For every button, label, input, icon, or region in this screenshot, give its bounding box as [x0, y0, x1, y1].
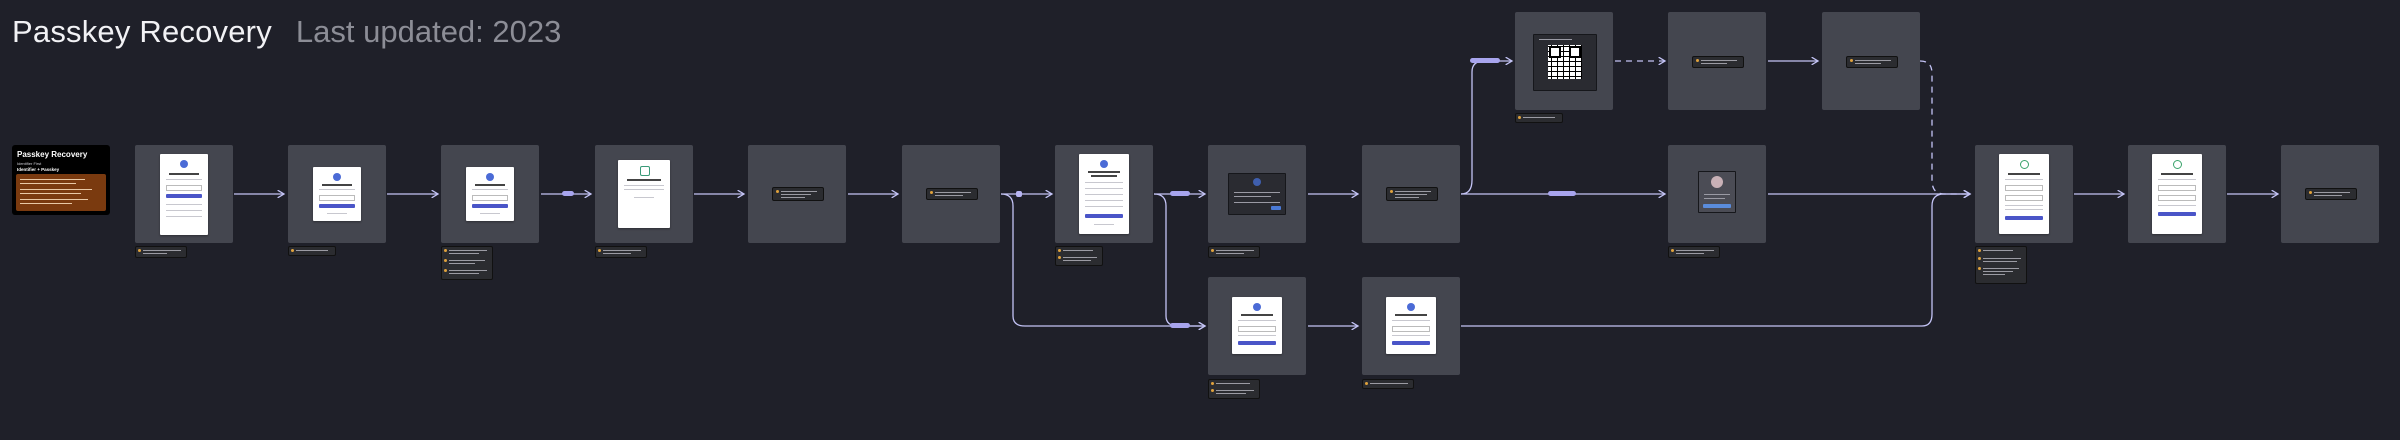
annotation-note [288, 246, 336, 256]
frame-browser-passkey-dialog[interactable] [1668, 145, 1766, 243]
legend-notes [16, 174, 106, 211]
frame-forgot-password-email[interactable] [441, 145, 539, 243]
continue-button[interactable] [2005, 216, 2043, 220]
annotation-note [441, 246, 493, 280]
email-link-note [926, 188, 978, 200]
annotation-note [1208, 246, 1260, 258]
face-id-icon [1711, 176, 1723, 188]
frame-passkey-note[interactable] [1362, 145, 1460, 243]
frame-recovery-success[interactable] [1975, 145, 2073, 243]
continue-button[interactable] [165, 194, 203, 198]
frame-final-note[interactable] [2281, 145, 2379, 243]
passkey-system-dialog [1228, 173, 1286, 215]
passkey-icon [1253, 178, 1261, 186]
frame-check-email[interactable] [595, 145, 693, 243]
annotation-note [1668, 246, 1720, 258]
continue-button[interactable] [318, 204, 356, 208]
create-passkey-button[interactable] [1085, 214, 1123, 218]
screen-forgot-password-email [466, 167, 514, 221]
annotation-note [135, 246, 187, 258]
passkey-note [1386, 187, 1438, 201]
logo-icon [1253, 303, 1261, 311]
frame-qr-code-dialog[interactable] [1515, 12, 1613, 110]
check-circle-icon [2173, 160, 2182, 169]
connector-label-pill [1548, 191, 1576, 196]
frame-qr-note-2[interactable] [1822, 12, 1920, 110]
continue-button[interactable] [1271, 206, 1281, 210]
frame-create-password-1[interactable] [1208, 277, 1306, 375]
continue-button[interactable] [2158, 212, 2196, 216]
frame-welcome[interactable] [135, 145, 233, 243]
frame-recovery-success-2[interactable] [2128, 145, 2226, 243]
dashed-arrow-2 [1919, 60, 1970, 194]
legend-line-1: Identifier First [17, 161, 42, 166]
continue-button[interactable] [1392, 341, 1430, 345]
qr-code [1548, 45, 1582, 79]
logo-icon [333, 173, 341, 181]
logo-icon [1407, 303, 1415, 311]
frame-qr-note[interactable] [1668, 12, 1766, 110]
email-note [772, 187, 824, 201]
mail-icon [640, 166, 650, 176]
annotation-note [1055, 246, 1103, 266]
frame-email-note[interactable] [748, 145, 846, 243]
browser-passkey-dialog [1698, 171, 1736, 213]
screen-recovery-success [1999, 154, 2049, 234]
screen-create-password-2 [1386, 297, 1436, 354]
connector-label-pill [1470, 58, 1500, 63]
legend-title: Passkey Recovery [17, 150, 88, 159]
arrow-16 [1153, 193, 1205, 326]
continue-button[interactable] [471, 204, 509, 208]
connector-label-pill [1170, 323, 1190, 328]
check-circle-icon [2020, 160, 2029, 169]
screen-create-password-1 [1232, 297, 1282, 354]
qr-note [1692, 56, 1744, 68]
annotation-note [1208, 379, 1260, 399]
annotation-note [595, 246, 647, 258]
logo-icon [1100, 160, 1108, 168]
frame-create-password-2[interactable] [1362, 277, 1460, 375]
legend-card: Passkey Recovery Identifier First Identi… [12, 145, 110, 215]
arrow-9 [1460, 61, 1512, 195]
screen-create-passkey [1079, 154, 1129, 234]
frame-forgot-password[interactable] [288, 145, 386, 243]
annotation-note [1515, 113, 1563, 123]
continue-button[interactable] [1703, 204, 1731, 208]
logo-icon [180, 160, 188, 168]
qr-note-2 [1846, 56, 1898, 68]
connector-label-pill [1170, 191, 1190, 196]
frame-email-link-note[interactable] [902, 145, 1000, 243]
screen-welcome [160, 154, 208, 235]
frame-create-passkey[interactable] [1055, 145, 1153, 243]
legend-line-2: Identifier + Passkey [17, 167, 60, 172]
screen-check-email [618, 160, 670, 228]
final-note [2305, 188, 2357, 200]
connector-branch-dot [1016, 191, 1022, 197]
screen-recovery-success-2 [2152, 154, 2202, 234]
qr-code-dialog [1533, 34, 1597, 91]
connector-label-pill [562, 191, 574, 196]
annotation-note [1975, 246, 2027, 284]
frame-passkey-prompt[interactable] [1208, 145, 1306, 243]
annotation-note [1362, 379, 1414, 389]
screen-forgot-password [313, 167, 361, 221]
logo-icon [486, 173, 494, 181]
continue-button[interactable] [1238, 341, 1276, 345]
